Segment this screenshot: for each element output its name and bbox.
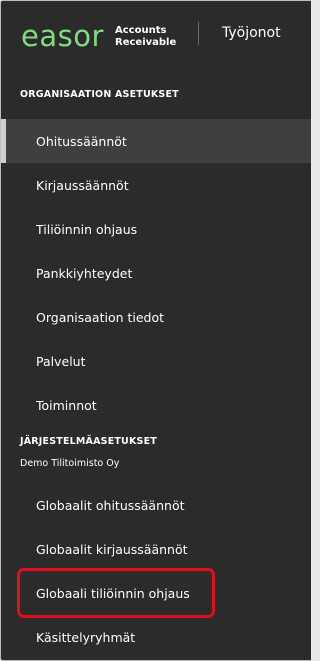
header-divider (198, 22, 199, 45)
nav-item-account-control[interactable]: Tiliöinnin ohjaus (1, 207, 311, 251)
nav-item-bank-connections[interactable]: Pankkiyhteydet (1, 251, 311, 295)
nav-item-services[interactable]: Palvelut (1, 339, 311, 383)
product-name-line1: Accounts (115, 25, 167, 36)
product-name-line2: Receivable (115, 37, 177, 48)
settings-sidebar: easor Accounts Receivable Työjonot ORGAN… (0, 0, 311, 661)
nav-item-operations[interactable]: Toiminnot (1, 383, 311, 427)
nav-item-global-posting-rules[interactable]: Globaalit kirjaussäännöt (1, 527, 311, 571)
nav-item-organization-details[interactable]: Organisaation tiedot (1, 295, 311, 339)
workqueues-link[interactable]: Työjonot (222, 23, 281, 43)
nav-item-global-account-control[interactable]: Globaali tiliöinnin ohjaus (1, 571, 311, 615)
section-title-system-settings: JÄRJESTELMÄASETUKSET (20, 436, 157, 447)
section-subtitle-organization: Demo Tilitoimisto Oy (20, 458, 120, 469)
nav-item-global-override-rules[interactable]: Globaalit ohitussäännöt (1, 483, 311, 527)
nav-item-processing-groups[interactable]: Käsittelyryhmät (1, 615, 311, 659)
nav-item-posting-rules[interactable]: Kirjaussäännöt (1, 163, 311, 207)
top-bar: easor Accounts Receivable Työjonot (1, 1, 311, 65)
product-name: Accounts Receivable (115, 25, 176, 49)
nav-item-override-rules[interactable]: Ohitussäännöt (1, 119, 311, 163)
easor-logo[interactable]: easor (21, 21, 104, 51)
section-title-organization-settings: ORGANISAATION ASETUKSET (20, 89, 179, 100)
